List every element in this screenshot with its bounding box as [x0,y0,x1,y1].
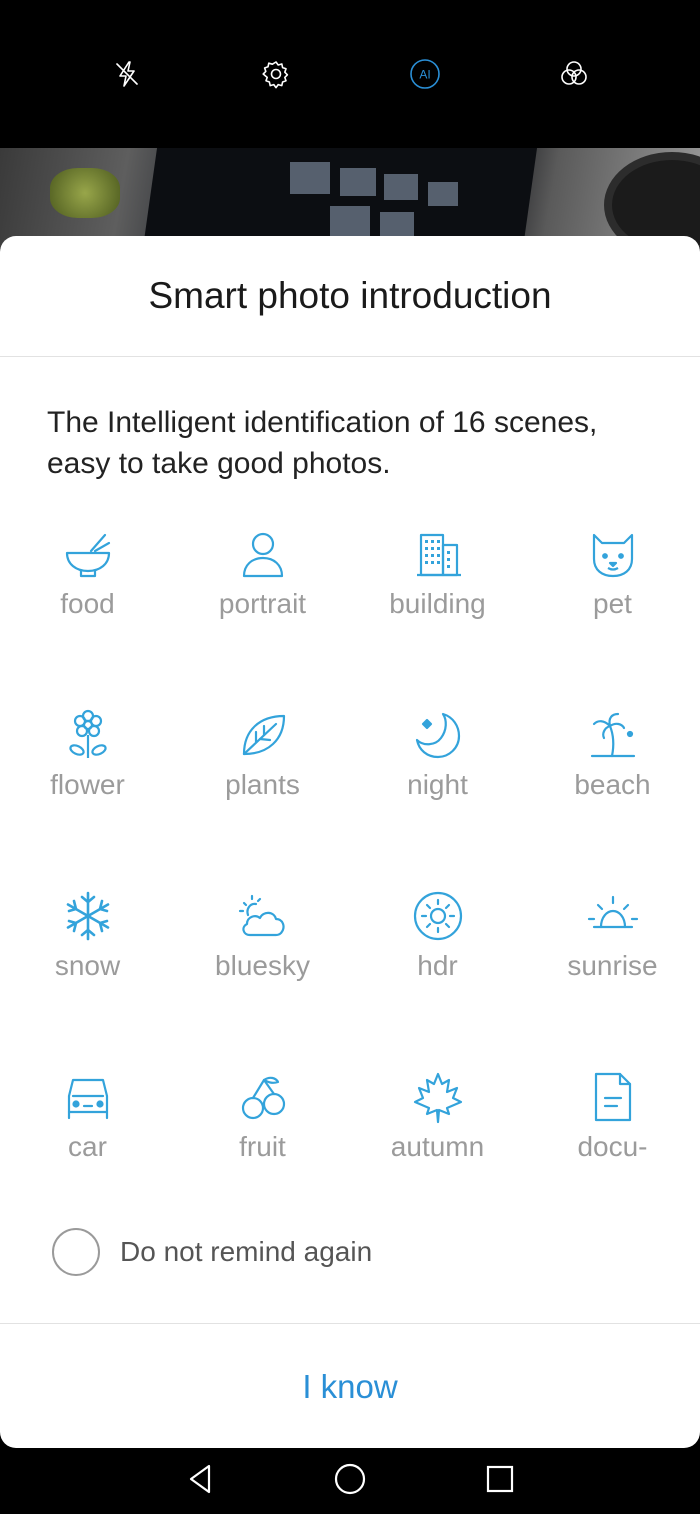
viewfinder-tile [330,206,370,236]
scene-beach: beach [525,707,700,888]
cloud-sun-icon [235,888,291,944]
scene-document: docu- [525,1069,700,1250]
recents-icon[interactable] [483,1462,517,1501]
scene-label: night [407,769,468,800]
scene-label: pet [593,588,632,619]
dialog-description: The Intelligent identification of 16 sce… [47,406,598,480]
scene-night: night [350,707,525,888]
maple-leaf-icon [410,1069,466,1125]
scene-label: beach [574,769,651,800]
scene-car: car [0,1069,175,1250]
flash-off-icon[interactable] [107,54,147,94]
car-icon [60,1069,116,1125]
scene-sunrise: sunrise [525,888,700,1069]
viewfinder-tile [290,162,330,194]
snowflake-icon [60,888,116,944]
filter-icon[interactable] [554,54,594,94]
scene-food: food [0,526,175,707]
home-icon[interactable] [333,1462,367,1501]
scene-label: car [68,1131,107,1162]
scene-pet: pet [525,526,700,707]
scene-label: fruit [239,1131,286,1162]
scene-portrait: portrait [175,526,350,707]
portrait-icon [235,526,291,582]
scene-fruit: fruit [175,1069,350,1250]
viewfinder-tile [428,182,458,206]
viewfinder-tile [384,174,418,200]
scene-snow: snow [0,888,175,1069]
document-icon [585,1069,641,1125]
food-bowl-icon [60,526,116,582]
building-icon [410,526,466,582]
ai-icon[interactable]: AI [405,54,445,94]
ai-label: AI [419,68,430,82]
i-know-button[interactable]: I know [302,1368,397,1406]
do-not-remind-checkbox[interactable] [52,1228,100,1276]
viewfinder-object [612,160,700,248]
scene-hdr: hdr [350,888,525,1069]
scene-label: food [60,588,115,619]
scene-plants: plants [175,707,350,888]
leaf-icon [235,707,291,763]
scene-label: building [389,588,486,619]
viewfinder-plant [50,168,120,218]
scene-label: hdr [417,950,458,981]
scene-autumn: autumn [350,1069,525,1250]
gear-icon[interactable] [256,54,296,94]
cherries-icon [235,1069,291,1125]
scene-label: autumn [390,1131,485,1162]
flower-icon [60,707,116,763]
scene-building: building [350,526,525,707]
scene-label: snow [54,950,121,981]
scene-label: plants [225,769,300,800]
scene-label: flower [50,769,125,800]
scene-label: sunrise [567,950,658,981]
camera-viewfinder [0,148,700,248]
palm-tree-icon [585,707,641,763]
scene-label: portrait [218,588,307,619]
back-icon[interactable] [183,1462,217,1501]
dialog-title: Smart photo introduction [0,236,700,357]
hdr-icon [410,888,466,944]
moon-icon [410,707,466,763]
scene-grid: food portrait building pet flower plants… [0,526,700,1246]
scene-label: bluesky [215,950,310,981]
do-not-remind-label: Do not remind again [120,1236,373,1267]
pet-icon [585,526,641,582]
dialog-footer: I know [0,1323,700,1448]
viewfinder-tile [340,168,376,196]
do-not-remind-option[interactable]: Do not remind again [52,1228,372,1276]
scene-bluesky: bluesky [175,888,350,1069]
system-nav-bar [0,1448,700,1514]
smart-photo-dialog: Smart photo introduction The Intelligent… [0,236,700,1448]
camera-toolbar: AI [0,0,700,148]
sunrise-icon [585,888,641,944]
scene-flower: flower [0,707,175,888]
scene-label: docu- [577,1131,648,1162]
